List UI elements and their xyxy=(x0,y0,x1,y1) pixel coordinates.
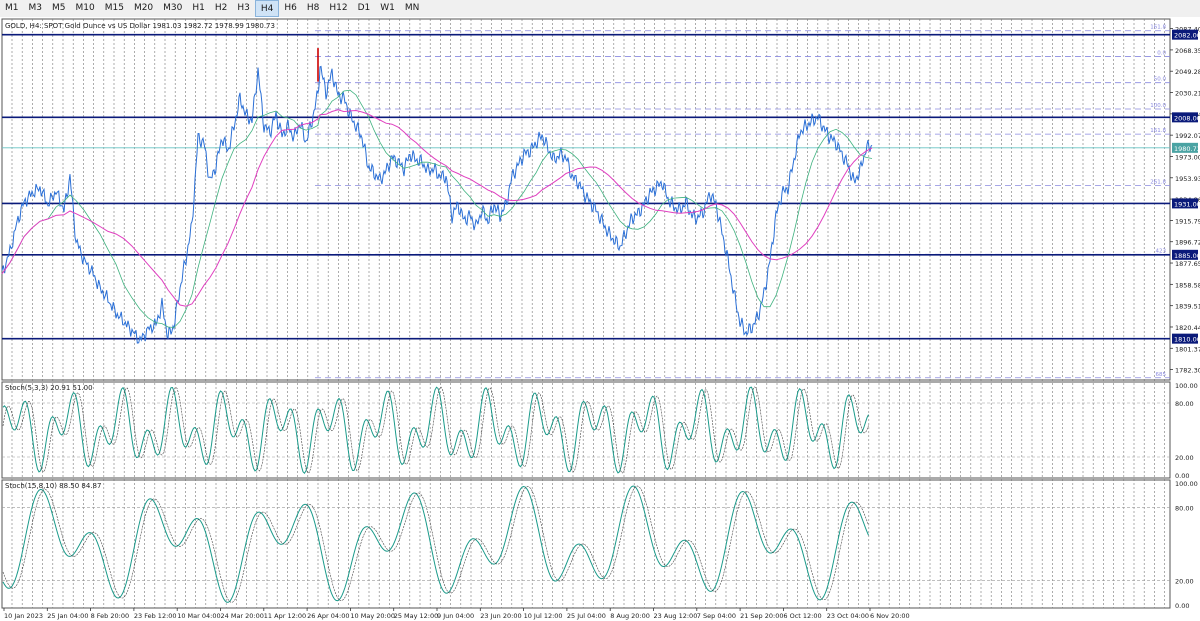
stoch-fast-tick-label: 80.00 xyxy=(1175,400,1194,408)
stoch-slow-tick-label: 100.00 xyxy=(1175,480,1198,488)
stoch-slow-tick-label: 0.00 xyxy=(1175,602,1189,610)
x-tick-label: 26 Apr 04:00 xyxy=(307,612,349,620)
timeframe-m30-button[interactable]: M30 xyxy=(158,0,187,17)
x-tick-label: 6 Oct 12:00 xyxy=(783,612,821,620)
fibo-level-label: 423 xyxy=(1156,248,1167,254)
timeframe-toolbar: M1 M3 M5 M10 M15 M20 M30 H1 H2 H3 H4 H6 H8 H12 D1 W1 MN xyxy=(0,0,1200,18)
price-tick-label: 2068.35 xyxy=(1175,47,1200,55)
stoch-slow-tick-label: 20.00 xyxy=(1175,578,1194,586)
chart-title: GOLD, H4: SPOT Gold Ounce vs US Dollar 1… xyxy=(5,22,275,30)
price-tick-label: 2049.28 xyxy=(1175,68,1200,76)
timeframe-mn-button[interactable]: MN xyxy=(400,0,425,17)
stoch-fast-tick-label: 100.00 xyxy=(1175,382,1198,390)
stoch-slow-tick-label: 80.00 xyxy=(1175,504,1194,512)
x-tick-label: 21 Sep 20:00 xyxy=(740,612,783,620)
timeframe-h4-button[interactable]: H4 xyxy=(254,0,280,17)
x-tick-label: 25 May 12:00 xyxy=(394,612,439,620)
price-tick-label: 2030.21 xyxy=(1175,90,1200,98)
timeframe-m1-button[interactable]: M1 xyxy=(0,0,24,17)
x-tick-label: 25 Jan 04:00 xyxy=(47,612,88,620)
x-tick-label: 7 Sep 04:00 xyxy=(697,612,736,620)
x-tick-label: 10 Jan 2023 xyxy=(4,612,43,620)
price-tick-label: 1973.00 xyxy=(1175,153,1200,161)
fibo-level-label: 50.0 xyxy=(1154,77,1167,83)
fibo-level-label: 0.0 xyxy=(1157,50,1166,56)
timeframe-m15-button[interactable]: M15 xyxy=(100,0,129,17)
price-tick-label: 1782.30 xyxy=(1175,367,1200,375)
timeframe-h1-button[interactable]: H1 xyxy=(187,0,210,17)
fibo-level-label: 161.8 xyxy=(1150,128,1166,134)
level-price-label: 1885.00 xyxy=(1174,252,1200,260)
stoch-fast-tick-label: 20.00 xyxy=(1175,454,1194,462)
timeframe-h2-button[interactable]: H2 xyxy=(210,0,233,17)
x-tick-label: 23 Aug 12:00 xyxy=(654,612,698,620)
chart-area: 2087.402068.352049.282030.212011.141992.… xyxy=(0,17,1200,621)
price-tick-label: 1858.58 xyxy=(1175,281,1200,289)
stoch-slow-title: Stoch(15,8,10) 88.50 84.87 xyxy=(5,482,101,490)
x-tick-label: 23 Oct 04:00 xyxy=(827,612,869,620)
timeframe-d1-button[interactable]: D1 xyxy=(353,0,376,17)
x-tick-label: 10 Mar 04:00 xyxy=(177,612,220,620)
timeframe-m20-button[interactable]: M20 xyxy=(129,0,158,17)
price-tick-label: 1820.44 xyxy=(1175,324,1200,332)
level-price-label: 1810.00 xyxy=(1174,336,1200,344)
price-tick-label: 1877.65 xyxy=(1175,260,1200,268)
fibo-level-label: 685 xyxy=(1156,372,1167,378)
stoch-fast-tick-label: 0.00 xyxy=(1175,472,1189,480)
x-tick-label: 25 Jul 04:00 xyxy=(567,612,606,620)
x-tick-label: 8 Aug 20:00 xyxy=(610,612,650,620)
timeframe-m5-button[interactable]: M5 xyxy=(47,0,71,17)
level-price-label: 2008.00 xyxy=(1174,114,1200,122)
level-price-label: 2082.00 xyxy=(1174,32,1200,40)
price-tick-label: 1839.51 xyxy=(1175,303,1200,311)
x-tick-label: 6 Nov 20:00 xyxy=(870,612,910,620)
x-tick-label: 11 Apr 12:00 xyxy=(264,612,306,620)
x-tick-label: 9 Jun 04:00 xyxy=(437,612,474,620)
x-tick-label: 23 Jun 20:00 xyxy=(480,612,521,620)
timeframe-h3-button[interactable]: H3 xyxy=(232,0,255,17)
level-price-label: 1931.00 xyxy=(1174,200,1200,208)
x-tick-label: 24 Mar 20:00 xyxy=(221,612,264,620)
x-tick-label: 23 Feb 12:00 xyxy=(134,612,177,620)
fibo-level-label: 161.8 xyxy=(1150,25,1166,31)
timeframe-m10-button[interactable]: M10 xyxy=(71,0,100,17)
timeframe-h6-button[interactable]: H6 xyxy=(279,0,302,17)
price-tick-label: 1896.72 xyxy=(1175,239,1200,247)
x-tick-label: 10 May 20:00 xyxy=(350,612,395,620)
timeframe-m3-button[interactable]: M3 xyxy=(24,0,48,17)
price-tick-label: 1915.79 xyxy=(1175,217,1200,225)
timeframe-h12-button[interactable]: H12 xyxy=(324,0,352,17)
timeframe-h8-button[interactable]: H8 xyxy=(302,0,325,17)
fibo-level-label: 261.8 xyxy=(1150,180,1166,186)
timeframe-w1-button[interactable]: W1 xyxy=(375,0,400,17)
x-tick-label: 8 Feb 20:00 xyxy=(91,612,130,620)
x-tick-label: 10 Jul 12:00 xyxy=(524,612,563,620)
current-price-label: 1980.73 xyxy=(1174,145,1200,153)
price-tick-label: 1953.93 xyxy=(1175,175,1200,183)
price-tick-label: 1801.37 xyxy=(1175,345,1200,353)
stoch-fast-title: Stoch(5,3,3) 20.91 51.00 xyxy=(5,384,93,392)
price-tick-label: 1992.07 xyxy=(1175,132,1200,140)
fibo-level-label: 100.0 xyxy=(1150,103,1166,109)
